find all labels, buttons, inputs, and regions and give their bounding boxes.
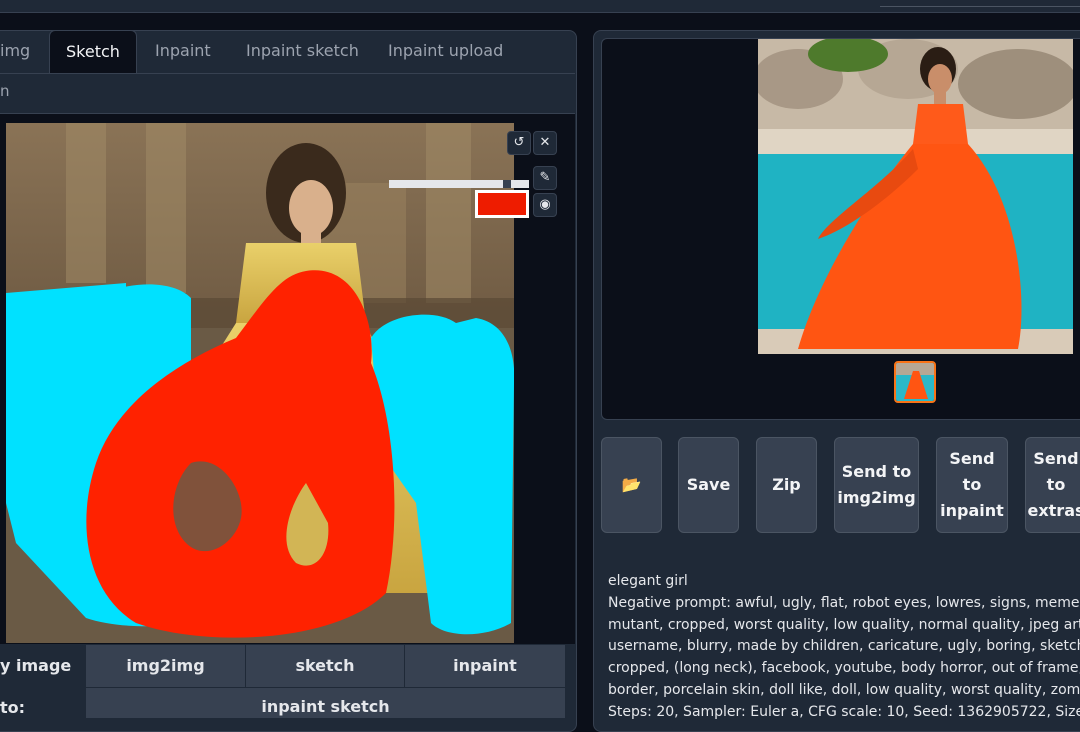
save-button[interactable]: Save — [678, 437, 739, 533]
copy-to-img2img-button[interactable]: img2img — [86, 645, 245, 687]
info-line: border, porcelain skin, doll like, doll,… — [608, 681, 1080, 698]
copy-image-row: y image to: img2img sketch inpaint — [0, 645, 565, 717]
info-line: cropped, (long neck), facebook, youtube,… — [608, 660, 1080, 677]
tab-inpaint-upload[interactable]: Inpaint upload — [388, 30, 503, 72]
close-icon[interactable]: ✕ — [533, 131, 557, 155]
gallery-thumbnail[interactable] — [894, 361, 936, 403]
brush-size-thumb[interactable] — [503, 180, 511, 188]
tab-inpaint[interactable]: Inpaint — [155, 30, 211, 72]
info-line: username, blurry, made by children, cari… — [608, 638, 1080, 655]
top-control — [880, 0, 1080, 7]
copy-image-label: y image to: — [0, 656, 72, 717]
copy-to-inpaint-button[interactable]: inpaint — [405, 645, 565, 687]
send-to-img2img-button[interactable]: Send to img2img — [834, 437, 919, 533]
top-bar — [0, 0, 1080, 13]
generation-info: elegant girl Negative prompt: awful, ugl… — [608, 571, 1080, 724]
section-label: n — [0, 82, 10, 100]
result-image[interactable] — [758, 39, 1073, 354]
zip-button[interactable]: Zip — [756, 437, 817, 533]
brush-icon[interactable]: ✎ — [533, 166, 557, 190]
undo-icon[interactable]: ↺ — [507, 131, 531, 155]
copy-to-sketch-button[interactable]: sketch — [246, 645, 404, 687]
tab-inpaint-sketch[interactable]: Inpaint sketch — [246, 30, 359, 72]
brush-color-swatch[interactable] — [475, 190, 529, 218]
sketch-strokes — [6, 270, 514, 638]
palette-icon[interactable]: ◉ — [533, 193, 557, 217]
send-to-inpaint-button[interactable]: Send to inpaint — [936, 437, 1008, 533]
result-image-graphic — [758, 39, 1073, 354]
tab-divider — [0, 73, 575, 74]
tab-sketch[interactable]: Sketch — [49, 30, 137, 73]
sketch-canvas[interactable] — [6, 123, 514, 643]
info-prompt: elegant girl — [608, 573, 688, 589]
brush-size-slider[interactable] — [389, 180, 529, 188]
mode-tabs: img Sketch Inpaint Inpaint sketch Inpain… — [0, 30, 575, 74]
info-params: Steps: 20, Sampler: Euler a, CFG scale: … — [608, 703, 1080, 720]
copy-to-inpaint-sketch-button[interactable]: inpaint sketch — [86, 688, 565, 718]
thumbnail-graphic — [896, 363, 934, 401]
tab-img2img[interactable]: img — [0, 30, 30, 72]
send-to-extras-button[interactable]: Send to extras — [1025, 437, 1080, 533]
open-folder-button[interactable]: 📂 — [601, 437, 662, 533]
brush-color-fill — [478, 193, 526, 215]
info-negative-prompt: Negative prompt: awful, ugly, flat, robo… — [608, 594, 1080, 611]
folder-icon: 📂 — [621, 475, 642, 494]
info-line: mutant, cropped, worst quality, low qual… — [608, 616, 1080, 633]
